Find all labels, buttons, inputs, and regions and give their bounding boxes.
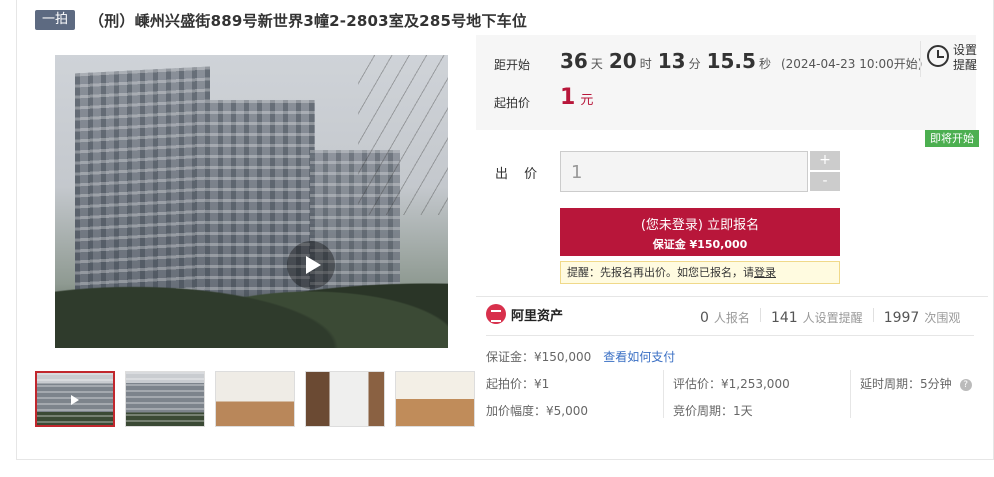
play-icon (305, 256, 321, 274)
start-time: (2024-04-23 10:00开始) (780, 57, 923, 71)
how-to-pay-link[interactable]: 查看如何支付 (603, 350, 675, 364)
signup-count: 0 (700, 310, 709, 326)
start-price-unit: 元 (580, 93, 594, 108)
play-icon (71, 395, 79, 405)
bid-label: 出 价 (495, 167, 544, 182)
signup-button[interactable]: (您未登录) 立即报名 保证金 ¥150,000 (560, 208, 840, 256)
signup-count-label: 人报名 (713, 311, 750, 325)
platform-name: 阿里资产 (511, 308, 564, 324)
alarm-clock-icon (927, 45, 949, 67)
view-count: 1997 (883, 310, 920, 326)
photo-trees (55, 253, 448, 348)
ali-assets-logo-icon (486, 304, 506, 324)
signup-button-deposit: 保证金 ¥150,000 (652, 238, 748, 251)
set-reminder-label-line1: 设置 (953, 43, 978, 57)
thumbnail-video[interactable] (35, 371, 115, 427)
login-link[interactable]: 登录 (754, 266, 776, 279)
start-price-value: 1 (560, 85, 576, 110)
platform-logo[interactable]: 阿里资产 (486, 304, 563, 324)
video-play-button[interactable] (287, 241, 335, 289)
start-price: 1 元 (560, 85, 593, 110)
auction-round-badge: 一拍 (35, 10, 76, 30)
detail-divider (663, 370, 664, 418)
section-divider (476, 296, 988, 297)
start-price-label: 起拍价 (494, 96, 531, 110)
countdown-seconds: 15.5 (706, 49, 756, 73)
thumbnail-building[interactable] (125, 371, 205, 427)
detail-valuation: 评估价：¥1,253,000 (673, 377, 790, 391)
set-reminder-label: 设置 提醒 (953, 43, 979, 73)
thumbnail-strip (35, 371, 485, 427)
set-reminder-button[interactable]: 设置 提醒 (920, 41, 979, 77)
deposit-info: 保证金：¥150,000 查看如何支付 (486, 348, 675, 365)
status-badge: 即将开始 (925, 130, 979, 147)
page-title: （刑）嵊州兴盛街889号新世界3幢2-2803室及285号地下车位 (89, 11, 528, 30)
countdown-days: 36 (560, 49, 588, 73)
detail-bid-cycle: 竞价周期：1天 (673, 404, 753, 418)
signup-tip: 提醒：先报名再出价。如您已报名，请登录 (560, 261, 840, 284)
stats-divider (486, 335, 974, 336)
stats-separator (872, 308, 874, 322)
countdown-days-unit: 天 (590, 57, 603, 71)
bid-amount-input[interactable]: 1 (560, 151, 808, 192)
set-reminder-label-line2: 提醒 (953, 58, 978, 72)
auction-stats: 0 人报名 141 人设置提醒 1997 次围观 (700, 308, 960, 326)
countdown: 36 天 20 时 13 分 15.5 秒 (2024-04-23 10:00开… (560, 49, 922, 73)
countdown-seconds-unit: 秒 (758, 57, 771, 71)
help-icon[interactable]: ? (959, 378, 972, 391)
view-count-label: 次围观 (924, 311, 961, 325)
signup-tip-text: 提醒：先报名再出价。如您已报名，请 (567, 266, 754, 279)
thumbnail-room-3[interactable] (395, 371, 475, 427)
bid-decrease-button[interactable]: - (810, 172, 840, 191)
main-photo[interactable] (55, 55, 448, 348)
detail-delay-cycle: 延时周期：5分钟? (860, 375, 972, 392)
reminder-count-label: 人设置提醒 (802, 311, 863, 325)
title-row: 一拍 （刑）嵊州兴盛街889号新世界3幢2-2803室及285号地下车位 (35, 9, 527, 31)
thumbnail-room-1[interactable] (215, 371, 295, 427)
bid-increase-button[interactable]: + (810, 151, 840, 170)
countdown-hours-unit: 时 (639, 57, 652, 71)
countdown-hours: 20 (608, 49, 637, 73)
auction-time-panel: 距开始 36 天 20 时 13 分 15.5 秒 (2024-04-23 10… (476, 35, 979, 130)
signup-button-label: (您未登录) 立即报名 (640, 218, 760, 233)
stats-separator (759, 308, 761, 322)
countdown-minutes: 13 (657, 49, 686, 73)
reminder-count: 141 (770, 310, 798, 326)
detail-increment: 加价幅度：¥5,000 (486, 404, 588, 418)
photo-branches (358, 55, 448, 215)
detail-delay-cycle-text: 延时周期：5分钟 (860, 377, 952, 391)
detail-divider (850, 370, 851, 418)
detail-start-price: 起拍价：¥1 (486, 377, 550, 391)
thumbnail-room-2[interactable] (305, 371, 385, 427)
countdown-minutes-unit: 分 (688, 57, 701, 71)
deposit-text: 保证金：¥150,000 (486, 350, 592, 364)
countdown-label: 距开始 (494, 58, 531, 72)
